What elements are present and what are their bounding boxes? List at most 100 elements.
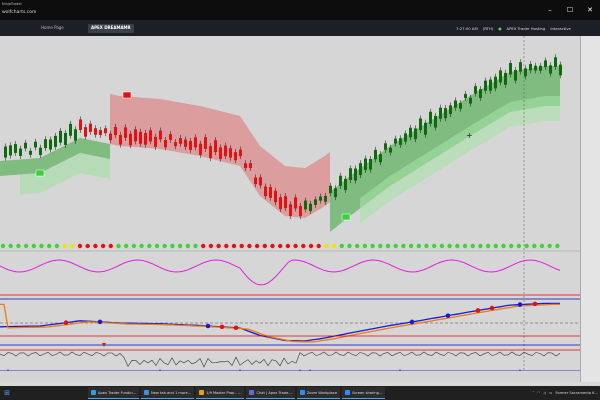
taskbar-item[interactable]: Screen sharing...	[342, 387, 386, 399]
address-text[interactable]: wolfcharts.com	[2, 10, 36, 15]
candle	[289, 204, 292, 217]
candle	[444, 108, 447, 119]
maximize-icon[interactable]: ☐	[560, 0, 580, 20]
candle	[19, 148, 22, 156]
notification-text[interactable]: Former Sacramento K...	[555, 391, 598, 395]
candle	[89, 123, 92, 132]
volume-icon[interactable]: ◁	[543, 391, 546, 395]
windows-start-icon[interactable]: ⊞	[0, 386, 14, 400]
tab-apex-dreamamr[interactable]: APEX DREAMAMR	[88, 24, 134, 33]
status-dot-icon: ●	[498, 26, 502, 31]
signal-dot	[162, 243, 167, 249]
price-axis[interactable]	[580, 36, 600, 382]
minimize-icon[interactable]: –	[540, 0, 560, 20]
candle	[149, 130, 152, 142]
candle	[159, 130, 162, 140]
tab-home-page[interactable]: Home Page	[38, 24, 67, 33]
taskbar-item[interactable]: Zoom Workplace	[296, 387, 341, 399]
candle	[254, 177, 257, 185]
rth-badge[interactable]: (RTH)	[483, 26, 494, 31]
time-axis[interactable]	[0, 371, 580, 382]
candle	[244, 163, 247, 169]
candle	[404, 133, 407, 142]
signal-dot	[470, 243, 475, 249]
oscillator-dot	[205, 323, 211, 329]
signal-dot	[216, 243, 221, 249]
oscillator-dot	[409, 319, 415, 325]
candle	[104, 128, 107, 134]
candle	[434, 115, 437, 128]
candle	[129, 133, 132, 146]
oscillator-dot	[63, 320, 69, 326]
candle	[524, 68, 527, 77]
candle	[204, 137, 207, 149]
candle	[494, 76, 497, 89]
taskbar-item[interactable]: Chat | Apex Trade...	[246, 387, 295, 399]
signal-dot	[493, 243, 498, 249]
wifi-icon[interactable]: ◠	[537, 391, 540, 395]
signal-dot	[254, 243, 260, 249]
signal-dot	[516, 243, 522, 249]
candle	[84, 127, 87, 137]
candle	[274, 190, 277, 203]
candle	[304, 200, 307, 210]
clock-readout: 7:27:00 AM	[456, 26, 478, 31]
crosshair-plus: +	[466, 131, 473, 140]
signal-dot	[308, 243, 314, 249]
candle	[504, 72, 507, 85]
signal-dot	[485, 243, 491, 249]
candle	[424, 122, 427, 135]
tab-home[interactable]	[4, 24, 10, 33]
candle	[24, 142, 27, 149]
candle	[464, 93, 467, 99]
candle	[299, 206, 302, 217]
signal-dot	[177, 243, 183, 249]
signal-dot	[8, 243, 13, 249]
candle	[409, 127, 412, 138]
taskbar-item[interactable]: New tab and 1 more...	[141, 387, 195, 399]
oscillator-dot	[233, 325, 239, 331]
close-icon[interactable]: ✕	[580, 0, 600, 20]
signal-dot	[224, 243, 229, 249]
chart-tab-bar: Home Page APEX DREAMAMR 7:27:00 AM (RTH)…	[0, 20, 600, 36]
signal-dot	[124, 243, 129, 249]
candle	[539, 65, 542, 71]
signal-dot	[193, 243, 198, 249]
candle	[224, 145, 227, 157]
signal-dot	[85, 243, 90, 249]
candle	[174, 142, 177, 147]
signal-tag	[122, 91, 132, 99]
candle	[379, 154, 382, 163]
signal-dot	[370, 243, 375, 249]
candle	[499, 70, 502, 83]
trader-hosting-label[interactable]: APEX Trader Hosting	[507, 26, 546, 31]
interactive-label[interactable]: Interactive	[550, 26, 570, 31]
price-chart[interactable]: +	[0, 36, 580, 382]
candle	[394, 138, 397, 144]
candle	[359, 163, 362, 176]
candle	[154, 136, 157, 147]
candle	[334, 188, 337, 198]
oscillator-dot	[517, 302, 523, 307]
battery-icon[interactable]: ▭	[549, 391, 552, 395]
signal-dot	[455, 243, 460, 249]
signal-dot	[0, 243, 6, 249]
candle	[484, 80, 487, 91]
signal-dot	[539, 243, 545, 249]
candle	[114, 126, 117, 136]
signal-dot	[131, 243, 137, 249]
candle	[414, 128, 417, 140]
candle	[344, 178, 347, 190]
signal-dot	[462, 243, 468, 249]
taskbar-item[interactable]: 1/9 Master Prop - ...	[196, 387, 245, 399]
candle	[399, 138, 402, 145]
signal-dot	[447, 243, 452, 249]
candle	[439, 107, 442, 119]
signal-dot	[532, 243, 537, 249]
candle	[269, 187, 272, 198]
candle	[49, 139, 52, 150]
signal-dot	[347, 243, 352, 249]
taskbar-item[interactable]: Apex Trader Fundin...	[88, 387, 140, 399]
toolbar-right: 7:27:00 AM (RTH) ● APEX Trader Hosting I…	[456, 24, 571, 33]
chevron-up-icon[interactable]: ˄	[532, 391, 534, 395]
